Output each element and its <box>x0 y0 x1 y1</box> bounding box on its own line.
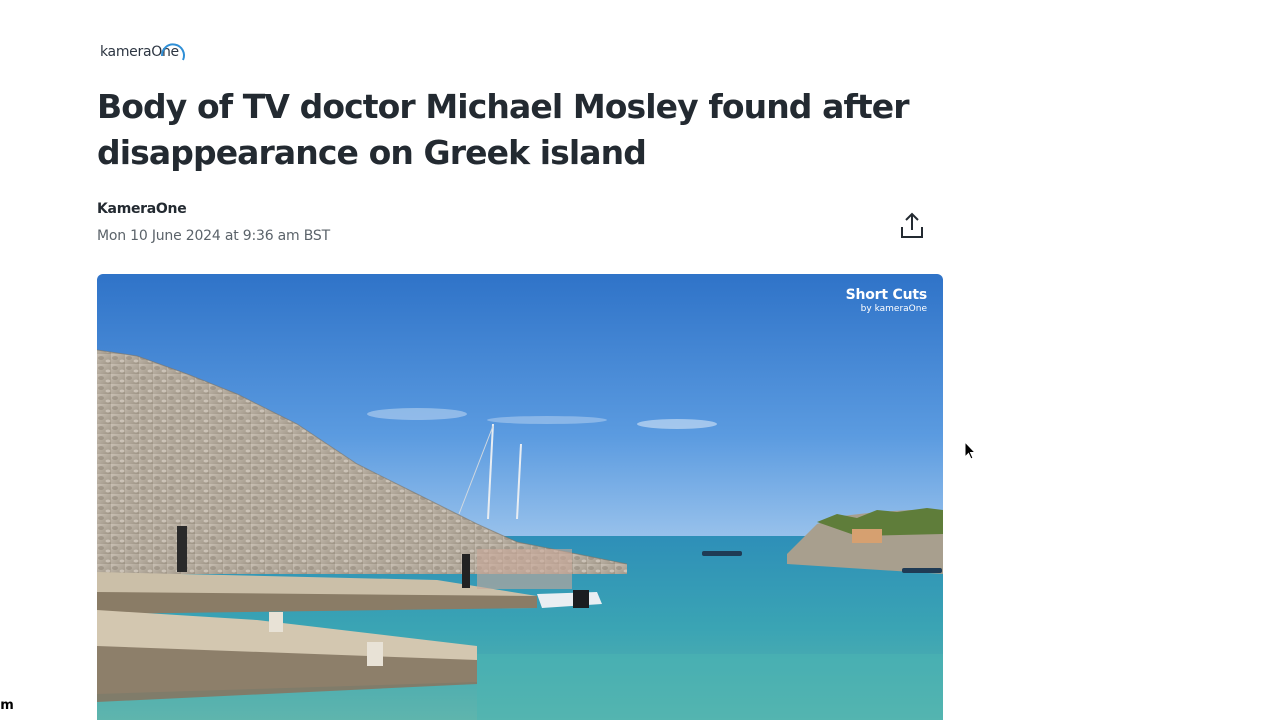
short-cuts-watermark: Short Cuts by kameraOne <box>845 287 928 315</box>
corner-badge: m <box>0 697 14 715</box>
article-timestamp: Mon 10 June 2024 at 9:36 am BST <box>97 228 330 244</box>
share-icon <box>901 212 923 238</box>
watermark-title: Short Cuts <box>845 287 928 303</box>
logo-ring-icon <box>160 43 185 61</box>
article-page: kameraOne Body of TV doctor Michael Mosl… <box>0 0 1280 720</box>
kameraone-logo[interactable]: kameraOne <box>100 43 185 61</box>
article-headline: Body of TV doctor Michael Mosley found a… <box>97 87 910 172</box>
watermark-subtitle: by kameraOne <box>860 304 927 314</box>
article-author[interactable]: KameraOne <box>97 201 187 217</box>
harbor-scene-image <box>97 274 943 720</box>
mouse-pointer-icon <box>964 440 978 465</box>
video-player[interactable]: Short Cuts by kameraOne <box>97 274 943 720</box>
share-button[interactable] <box>897 211 927 241</box>
